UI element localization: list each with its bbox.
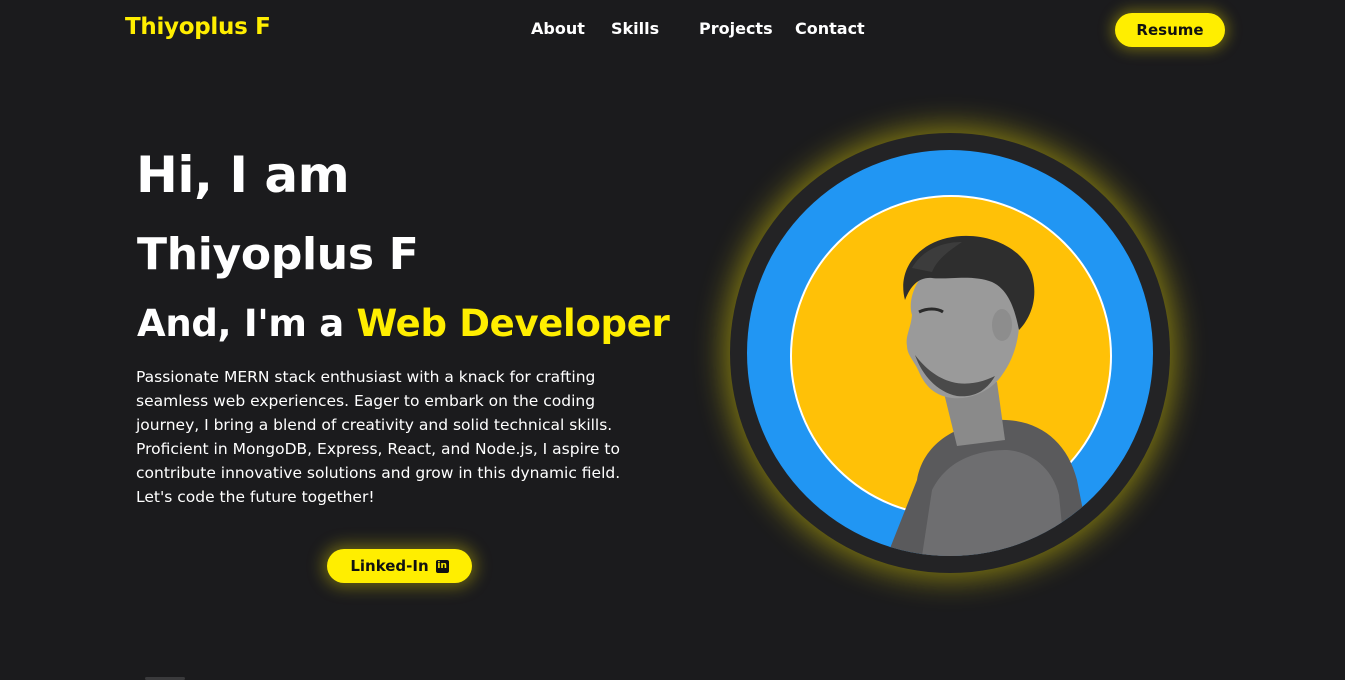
avatar-portrait: [887, 235, 1092, 556]
nav-item-contact[interactable]: Contact: [795, 19, 865, 38]
hero-role-highlight: Web Developer: [356, 302, 670, 345]
hero-name: Thiyoplus F: [137, 229, 419, 280]
linkedin-icon: in: [435, 559, 449, 573]
avatar-ring: [747, 150, 1153, 556]
linkedin-button-label: Linked-In: [350, 557, 429, 575]
hero-role: And, I'm a Web Developer: [137, 302, 670, 345]
avatar: [730, 133, 1170, 573]
nav-item-skills[interactable]: Skills: [611, 19, 659, 38]
linkedin-button[interactable]: Linked-In in: [327, 549, 472, 583]
hero-role-prefix: And, I'm a: [137, 302, 357, 345]
resume-button[interactable]: Resume: [1115, 13, 1225, 47]
nav-item-about[interactable]: About: [531, 19, 585, 38]
portfolio-page: Thiyoplus F About Skills Projects Contac…: [0, 0, 1345, 680]
hero-greeting: Hi, I am: [136, 146, 350, 204]
nav-item-projects[interactable]: Projects: [699, 19, 773, 38]
hero-bio: Passionate MERN stack enthusiast with a …: [136, 368, 621, 506]
